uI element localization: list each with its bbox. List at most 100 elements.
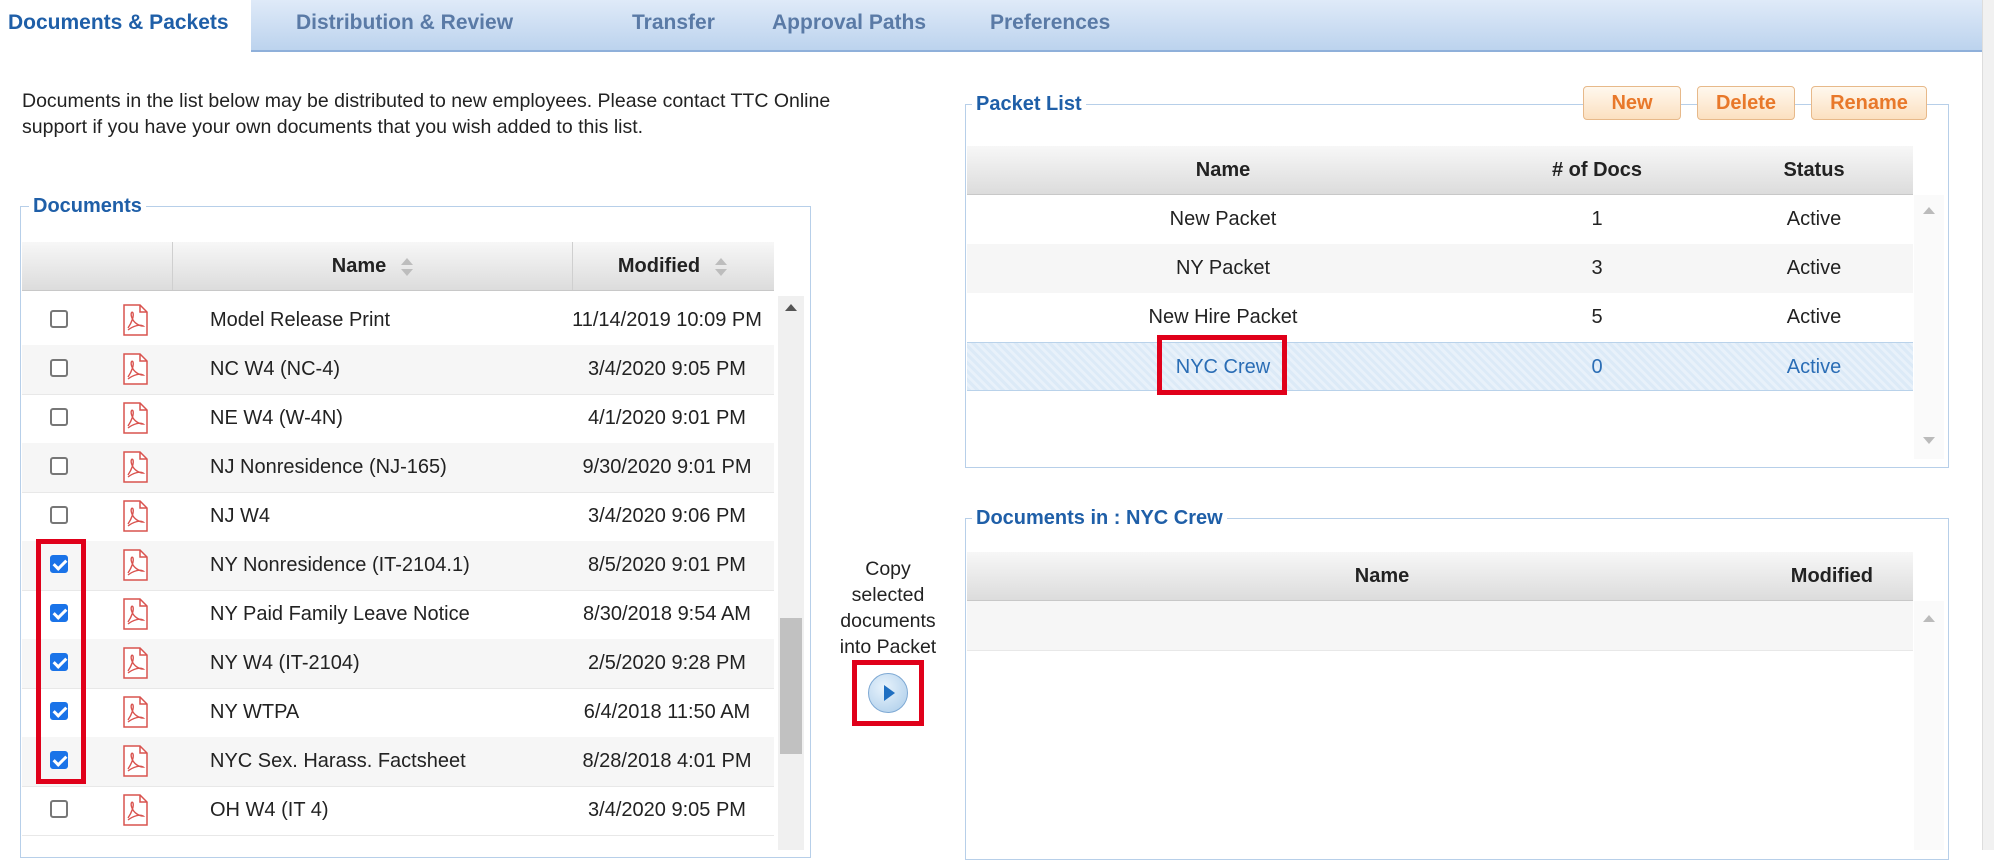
- intro-text: Documents in the list below may be distr…: [22, 90, 831, 138]
- document-name: OH W4 (IT 4): [210, 799, 329, 821]
- document-checkbox[interactable]: [50, 408, 68, 426]
- scroll-down-icon[interactable]: [1923, 437, 1935, 444]
- tab-approval-paths[interactable]: Approval Paths: [772, 0, 926, 50]
- document-row[interactable]: NYC Sex. Harass. Factsheet 8/28/2018 4:01…: [22, 737, 774, 787]
- packet-documents-scrollbar[interactable]: [1914, 601, 1944, 850]
- documents-grid-header: Name Modified: [22, 242, 774, 291]
- document-row[interactable]: OH W4 (IT 4) 3/4/2020 9:05 PM: [22, 786, 774, 836]
- packet-name: New Packet: [1169, 208, 1277, 230]
- col-header-name[interactable]: Name: [172, 242, 573, 290]
- packet-doc-count: 5: [1591, 306, 1603, 328]
- pdf-icon: [123, 500, 148, 532]
- document-modified: 3/4/2020 9:05 PM: [588, 358, 746, 380]
- new-packet-button[interactable]: New: [1583, 86, 1681, 120]
- tab-documents-packets[interactable]: Documents & Packets: [0, 0, 251, 53]
- pdf-icon: [123, 696, 148, 728]
- document-modified: 8/30/2018 9:54 AM: [583, 603, 751, 625]
- document-row[interactable]: NC W4 (NC-4) 3/4/2020 9:05 PM: [22, 345, 774, 395]
- scroll-up-icon[interactable]: [1923, 615, 1935, 622]
- packet-row[interactable]: New Packet 1 Active: [967, 195, 1913, 244]
- document-checkbox[interactable]: [50, 555, 68, 573]
- document-name: NY W4 (IT-2104): [210, 652, 360, 674]
- document-checkbox[interactable]: [50, 653, 68, 671]
- document-row[interactable]: NJ Nonresidence (NJ-165) 9/30/2020 9:01 P…: [22, 443, 774, 493]
- packet-row[interactable]: New Hire Packet 5 Active: [967, 293, 1913, 342]
- pdf-icon: [123, 451, 148, 483]
- col-header-modified[interactable]: Modified: [572, 242, 773, 290]
- col-header-status[interactable]: Status: [1715, 146, 1913, 194]
- document-row[interactable]: NY Paid Family Leave Notice 8/30/2018 9:5…: [22, 590, 774, 640]
- document-name: NE W4 (W-4N): [210, 407, 343, 429]
- document-row[interactable]: NJ W4 3/4/2020 9:06 PM: [22, 492, 774, 542]
- document-name: NJ Nonresidence (NJ-165): [210, 456, 447, 478]
- document-name: NY Paid Family Leave Notice: [210, 603, 470, 625]
- scroll-thumb[interactable]: [780, 618, 802, 754]
- col-header-doc-count[interactable]: # of Docs: [1479, 146, 1715, 194]
- document-modified: 8/5/2020 9:01 PM: [588, 554, 746, 576]
- packet-documents-legend: Documents in : NYC Crew: [972, 505, 1227, 531]
- packet-doc-count: 1: [1591, 208, 1603, 230]
- packet-grid: New Packet 1 Active NY Packet 3 Active New Hir…: [967, 195, 1913, 459]
- packet-status: Active: [1786, 356, 1842, 378]
- documents-scrollbar[interactable]: [778, 296, 804, 850]
- document-row[interactable]: Model Release Print 11/14/2019 10:09 PM: [22, 296, 774, 346]
- document-row[interactable]: NY W4 (IT-2104) 2/5/2020 9:28 PM: [22, 639, 774, 689]
- packet-scrollbar[interactable]: [1914, 195, 1944, 459]
- document-row[interactable]: NY Nonresidence (IT-2104.1) 8/5/2020 9:01…: [22, 541, 774, 591]
- packet-documents-grid-header: Name Modified: [967, 552, 1913, 601]
- packet-doc-count: 0: [1591, 356, 1603, 378]
- delete-packet-button[interactable]: Delete: [1697, 86, 1795, 120]
- document-row[interactable]: NE W4 (W-4N) 4/1/2020 9:01 PM: [22, 394, 774, 444]
- col-header-packet-doc-modified[interactable]: Modified: [1637, 552, 1913, 600]
- document-name: NY WTPA: [210, 701, 300, 723]
- pdf-icon: [123, 647, 148, 679]
- copy-to-packet-button[interactable]: [868, 673, 908, 713]
- document-modified: 4/1/2020 9:01 PM: [588, 407, 746, 429]
- document-modified: 6/4/2018 11:50 AM: [583, 701, 751, 723]
- packet-row[interactable]: NYC Crew 0 Active: [967, 342, 1913, 391]
- packet-name: NY Packet: [1175, 257, 1271, 279]
- pdf-icon: [123, 598, 148, 630]
- pdf-icon: [123, 745, 148, 777]
- document-modified: 3/4/2020 9:06 PM: [588, 505, 746, 527]
- copy-instruction: Copy selected documents into Packet: [839, 558, 937, 658]
- document-checkbox[interactable]: [50, 751, 68, 769]
- document-checkbox[interactable]: [50, 800, 68, 818]
- document-checkbox[interactable]: [50, 310, 68, 328]
- document-checkbox[interactable]: [50, 359, 68, 377]
- col-header-name-label: Name: [331, 255, 387, 277]
- rename-packet-button[interactable]: Rename: [1811, 86, 1927, 120]
- document-name: NJ W4: [210, 505, 270, 527]
- document-modified: 9/30/2020 9:01 PM: [582, 456, 752, 478]
- packet-row[interactable]: NY Packet 3 Active: [967, 244, 1913, 293]
- document-checkbox[interactable]: [50, 702, 68, 720]
- packet-status: Active: [1786, 208, 1842, 230]
- col-header-packet-name[interactable]: Name: [967, 146, 1479, 194]
- document-checkbox[interactable]: [50, 506, 68, 524]
- col-header-modified-label: Modified: [617, 255, 701, 277]
- packet-status: Active: [1786, 257, 1842, 279]
- tab-transfer[interactable]: Transfer: [632, 0, 715, 50]
- document-modified: 8/28/2018 4:01 PM: [582, 750, 752, 772]
- packet-doc-count: 3: [1591, 257, 1603, 279]
- document-checkbox[interactable]: [50, 457, 68, 475]
- packet-list-legend: Packet List: [972, 91, 1086, 117]
- document-modified: 3/4/2020 9:05 PM: [588, 799, 746, 821]
- pdf-icon: [123, 353, 148, 385]
- page-scrollbar[interactable]: [1982, 0, 1994, 850]
- document-checkbox[interactable]: [50, 604, 68, 622]
- packet-status: Active: [1786, 306, 1842, 328]
- packet-grid-header: Name # of Docs Status: [967, 146, 1913, 195]
- pdf-icon: [123, 304, 148, 336]
- scroll-up-icon[interactable]: [785, 304, 797, 311]
- tab-preferences[interactable]: Preferences: [990, 0, 1110, 50]
- documents-grid: Model Release Print 11/14/2019 10:09 PM NC…: [22, 296, 774, 844]
- document-name: NC W4 (NC-4): [210, 358, 340, 380]
- document-row[interactable]: NY WTPA 6/4/2018 11:50 AM: [22, 688, 774, 738]
- sort-icon: [400, 257, 414, 277]
- tab-distribution-review[interactable]: Distribution & Review: [296, 0, 513, 50]
- scroll-up-icon[interactable]: [1923, 207, 1935, 214]
- play-arrow-icon: [884, 685, 895, 701]
- packet-name: NYC Crew: [1175, 356, 1271, 378]
- packet-documents-empty-row: [967, 601, 1913, 651]
